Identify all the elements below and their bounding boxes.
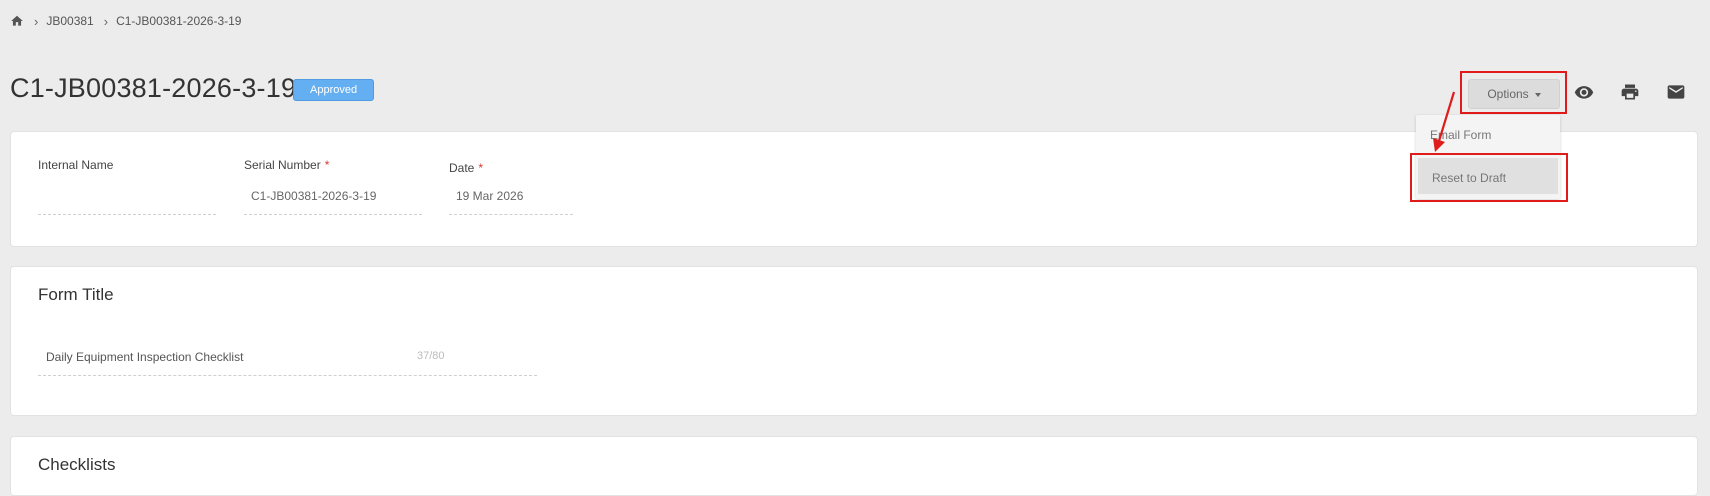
serial-number-value: C1-JB00381-2026-3-19: [251, 189, 377, 203]
date-label: Date *: [449, 161, 484, 175]
serial-number-label: Serial Number *: [244, 158, 330, 172]
print-icon[interactable]: [1620, 82, 1640, 102]
chevron-right-icon: ›: [103, 13, 109, 29]
serial-number-input[interactable]: [244, 214, 422, 215]
form-title-input[interactable]: [38, 375, 537, 376]
form-title-value: Daily Equipment Inspection Checklist: [46, 350, 244, 364]
page-title: C1-JB00381-2026-3-19: [10, 73, 297, 103]
highlight-reset-box: [1410, 153, 1568, 202]
home-icon[interactable]: [10, 14, 24, 28]
checklists-card: Checklists: [10, 436, 1698, 496]
breadcrumb-current: C1-JB00381-2026-3-19: [116, 14, 242, 28]
breadcrumb-job-link[interactable]: JB00381: [46, 14, 93, 28]
form-title-card: Form Title Daily Equipment Inspection Ch…: [10, 266, 1698, 416]
character-counter: 37/80: [417, 350, 445, 362]
date-value: 19 Mar 2026: [456, 189, 524, 203]
date-input[interactable]: [449, 214, 573, 215]
highlight-options-box: [1460, 71, 1567, 114]
eye-icon[interactable]: [1574, 82, 1594, 102]
checklists-heading: Checklists: [38, 455, 116, 474]
menu-item-email-form[interactable]: Email Form: [1430, 128, 1491, 142]
form-title-heading: Form Title: [38, 285, 114, 304]
internal-name-input[interactable]: [38, 214, 216, 215]
chevron-right-icon: ›: [34, 13, 39, 29]
mail-icon[interactable]: [1666, 82, 1686, 102]
status-badge: Approved: [293, 79, 375, 101]
internal-name-label: Internal Name: [38, 158, 114, 172]
breadcrumb: › JB00381 › C1-JB00381-2026-3-19: [10, 14, 241, 28]
